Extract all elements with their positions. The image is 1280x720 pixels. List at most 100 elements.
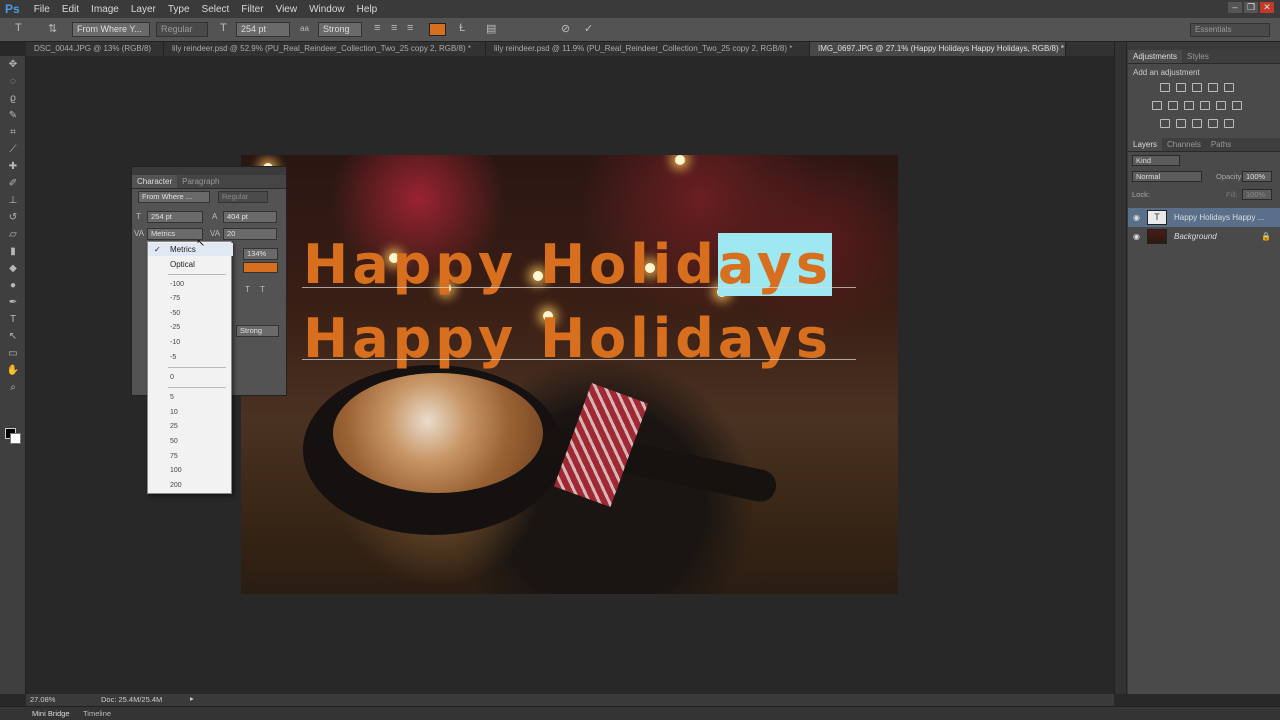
fill-field[interactable]: 100%: [1242, 189, 1272, 200]
dd-item-value[interactable]: 100: [148, 464, 233, 477]
color-balance-icon[interactable]: [1168, 101, 1178, 110]
invert-icon[interactable]: [1160, 119, 1170, 128]
opacity-field[interactable]: 100%: [1242, 171, 1272, 182]
photo-filter-icon[interactable]: [1200, 101, 1210, 110]
path-select-tool-icon[interactable]: ↖: [0, 328, 26, 345]
menu-filter[interactable]: Filter: [241, 4, 263, 15]
text-line-2[interactable]: Happy Holidays: [303, 307, 832, 370]
workspace-select[interactable]: Essentials: [1190, 23, 1270, 37]
channel-mixer-icon[interactable]: [1216, 101, 1226, 110]
menu-edit[interactable]: Edit: [62, 4, 79, 15]
dd-item-value[interactable]: 50: [148, 435, 233, 448]
color-swatches[interactable]: [5, 428, 21, 444]
tab-paths[interactable]: Paths: [1206, 138, 1236, 151]
antialias-select[interactable]: Strong: [318, 22, 362, 37]
font-size-field[interactable]: 254 pt: [147, 211, 203, 223]
cancel-edit-icon[interactable]: ⊘: [561, 22, 570, 35]
dd-item-value[interactable]: 25: [148, 420, 233, 433]
tab-character[interactable]: Character: [132, 175, 178, 188]
layer-row-background[interactable]: ◉ Background 🔒: [1128, 227, 1280, 246]
restore-icon[interactable]: ❐: [1244, 2, 1258, 13]
menu-help[interactable]: Help: [357, 4, 378, 15]
dd-item-value[interactable]: 10: [148, 406, 233, 419]
panel-titlebar[interactable]: [132, 167, 286, 175]
dodge-tool-icon[interactable]: ●: [0, 277, 26, 294]
tab-layers[interactable]: Layers: [1128, 138, 1163, 151]
tab-timeline[interactable]: Timeline: [83, 709, 111, 718]
shape-tool-icon[interactable]: ▭: [0, 345, 26, 362]
dd-item-metrics[interactable]: ✓ Metrics: [148, 243, 233, 256]
threshold-icon[interactable]: [1192, 119, 1202, 128]
hand-tool-icon[interactable]: ✋: [0, 362, 26, 379]
zoom-tool-icon[interactable]: ⌕: [0, 379, 26, 396]
menu-type[interactable]: Type: [168, 4, 190, 15]
gradient-tool-icon[interactable]: ▮: [0, 243, 26, 260]
type-tool-icon[interactable]: T: [15, 22, 22, 34]
dd-item-value[interactable]: 5: [148, 391, 233, 404]
hue-saturation-icon[interactable]: [1152, 101, 1162, 110]
tab-channels[interactable]: Channels: [1162, 138, 1206, 151]
tab-paragraph[interactable]: Paragraph: [177, 175, 224, 188]
text-color-swatch[interactable]: [429, 23, 446, 36]
dd-item-value[interactable]: -25: [148, 321, 233, 334]
font-style-select[interactable]: Regular: [156, 22, 208, 37]
eraser-tool-icon[interactable]: ▱: [0, 226, 26, 243]
leading-field[interactable]: 404 pt: [223, 211, 277, 223]
vibrance-icon[interactable]: [1224, 83, 1234, 92]
healing-tool-icon[interactable]: ✚: [0, 158, 26, 175]
text-color-swatch[interactable]: [243, 262, 278, 273]
dd-item-value[interactable]: 75: [148, 450, 233, 463]
panels-toggle-icon[interactable]: ▤: [486, 22, 496, 35]
dd-item-value[interactable]: -75: [148, 292, 233, 305]
eye-icon[interactable]: ◉: [1133, 227, 1140, 246]
font-family-field[interactable]: From Where ...: [138, 191, 210, 203]
commit-edit-icon[interactable]: ✓: [584, 22, 593, 35]
underline-icon[interactable]: T: [260, 285, 265, 294]
dd-item-value[interactable]: 0: [148, 371, 233, 384]
minimize-icon[interactable]: –: [1228, 2, 1242, 13]
doc-tab[interactable]: lily reindeer.psd @ 11.9% (PU_Real_Reind…: [486, 42, 810, 56]
close-icon[interactable]: ✕: [1260, 2, 1274, 13]
layer-row-text[interactable]: ◉ T Happy Holidays Happy ...: [1128, 208, 1280, 227]
layer-filter-kind[interactable]: Kind: [1132, 155, 1180, 166]
doc-tab-active[interactable]: IMG_0697.JPG @ 27.1% (Happy Holidays Hap…: [810, 42, 1066, 56]
history-brush-icon[interactable]: ↺: [0, 209, 26, 226]
crop-tool-icon[interactable]: ⌗: [0, 124, 26, 141]
menu-layer[interactable]: Layer: [131, 4, 156, 15]
pen-tool-icon[interactable]: ✒: [0, 294, 26, 311]
lasso-tool-icon[interactable]: ϱ: [0, 90, 26, 107]
eye-icon[interactable]: ◉: [1133, 208, 1140, 227]
align-center-icon[interactable]: ≡: [391, 22, 397, 34]
font-family-select[interactable]: From Where Y...: [72, 22, 150, 37]
menu-file[interactable]: File: [34, 4, 50, 15]
tab-adjustments[interactable]: Adjustments: [1128, 50, 1183, 63]
dd-item-value[interactable]: -5: [148, 351, 233, 364]
dd-item-value[interactable]: -10: [148, 336, 233, 349]
doc-tab[interactable]: lily reindeer.psd @ 52.9% (PU_Real_Reind…: [164, 42, 486, 56]
color-lookup-icon[interactable]: [1232, 101, 1242, 110]
menu-select[interactable]: Select: [202, 4, 230, 15]
align-right-icon[interactable]: ≡: [407, 22, 413, 34]
selective-color-icon[interactable]: [1208, 119, 1218, 128]
status-arrow-icon[interactable]: ▸: [190, 694, 194, 703]
stamp-tool-icon[interactable]: ⊥: [0, 192, 26, 209]
curves-icon[interactable]: [1192, 83, 1202, 92]
levels-icon[interactable]: [1176, 83, 1186, 92]
zoom-level[interactable]: 27.08%: [30, 695, 55, 704]
dd-item-value[interactable]: 200: [148, 479, 233, 492]
font-style-field[interactable]: Regular: [218, 191, 268, 203]
blend-mode-select[interactable]: Normal: [1132, 171, 1202, 182]
kerning-field[interactable]: Metrics: [147, 228, 203, 240]
black-white-icon[interactable]: [1184, 101, 1194, 110]
blur-tool-icon[interactable]: ◆: [0, 260, 26, 277]
posterize-icon[interactable]: [1176, 119, 1186, 128]
document-canvas[interactable]: Happy Holidays Happy Holidays: [241, 155, 898, 594]
gradient-map-icon[interactable]: [1224, 119, 1234, 128]
tab-styles[interactable]: Styles: [1182, 50, 1214, 63]
brush-tool-icon[interactable]: ✐: [0, 175, 26, 192]
align-left-icon[interactable]: ≡: [374, 22, 380, 34]
move-tool-icon[interactable]: ✥: [0, 56, 26, 73]
font-size-select[interactable]: 254 pt: [236, 22, 290, 37]
menu-view[interactable]: View: [276, 4, 298, 15]
dd-item-value[interactable]: -100: [148, 278, 233, 291]
